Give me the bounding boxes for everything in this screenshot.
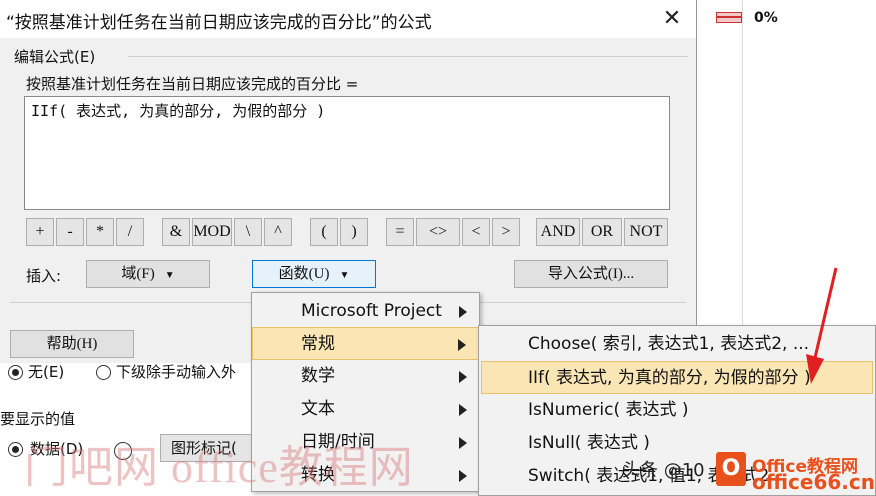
- office-logo-icon: O: [716, 452, 746, 486]
- op-greater-button[interactable]: >: [492, 218, 520, 246]
- submenu-item-isnumeric[interactable]: IsNumeric( 表达式 ): [479, 394, 875, 427]
- formula-text: IIf( 表达式, 为真的部分, 为假的部分 ): [31, 102, 326, 120]
- insert-label: 插入:: [26, 267, 62, 285]
- op-not-button[interactable]: NOT: [624, 218, 668, 246]
- radio-none[interactable]: [8, 365, 23, 380]
- percent-value: 0%: [754, 10, 778, 26]
- op-minus-button[interactable]: -: [56, 218, 84, 246]
- op-left-paren-button[interactable]: (: [310, 218, 338, 246]
- op-less-button[interactable]: <: [462, 218, 490, 246]
- op-plus-button[interactable]: +: [26, 218, 54, 246]
- progress-bar: [716, 12, 742, 23]
- menu-item-label: 数学: [301, 366, 335, 386]
- formula-input[interactable]: IIf( 表达式, 为真的部分, 为假的部分 ): [24, 96, 670, 210]
- menu-item-text[interactable]: 文本: [252, 393, 479, 426]
- dropdown-caret-icon: ▼: [164, 270, 175, 281]
- op-mod-button[interactable]: MOD: [192, 218, 232, 246]
- function-dropdown-button[interactable]: 函数(U) ▼: [252, 260, 376, 288]
- submenu-arrow-icon: [459, 371, 467, 383]
- annotation-arrow-icon: [806, 267, 838, 384]
- menu-item-label: 常规: [301, 334, 335, 354]
- watermark-text: 门吧网 office教程网: [24, 443, 414, 492]
- menu-item-microsoft-project[interactable]: Microsoft Project: [252, 295, 479, 328]
- values-section-label: 要显示的值: [0, 410, 76, 428]
- op-power-button[interactable]: ^: [264, 218, 292, 246]
- op-or-button[interactable]: OR: [582, 218, 622, 246]
- import-formula-button[interactable]: 导入公式(I)...: [514, 260, 668, 288]
- help-button[interactable]: 帮助(H): [10, 330, 134, 358]
- radio-rollup-label: 下级除手动输入外: [116, 363, 237, 381]
- op-int-divide-button[interactable]: \: [234, 218, 262, 246]
- field-dropdown-button[interactable]: 域(F) ▼: [86, 260, 210, 288]
- arrow-head: [806, 354, 824, 384]
- close-icon[interactable]: ✕: [656, 4, 688, 34]
- field-name-label: 按照基准计划任务在当前日期应该完成的百分比 =: [26, 75, 359, 93]
- group-divider: [128, 56, 688, 57]
- dialog-title: “按照基准计划任务在当前日期应该完成的百分比”的公式: [6, 13, 432, 33]
- op-and-button[interactable]: AND: [536, 218, 580, 246]
- submenu-arrow-icon: [459, 404, 467, 416]
- menu-item-general[interactable]: 常规: [252, 327, 479, 360]
- edit-group-label: 编辑公式(E): [14, 48, 96, 66]
- op-divide-button[interactable]: /: [116, 218, 144, 246]
- submenu-arrow-icon: [458, 339, 466, 351]
- op-multiply-button[interactable]: *: [86, 218, 114, 246]
- radio-none-label: 无(E): [28, 363, 65, 381]
- menu-item-label: Microsoft Project: [301, 301, 442, 321]
- submenu-arrow-icon: [459, 437, 467, 449]
- radio-data[interactable]: [8, 442, 23, 457]
- author-credit: 头条 @10: [622, 460, 705, 481]
- arrow-shaft: [812, 267, 838, 363]
- logo-site-url: office66.cn: [752, 470, 875, 494]
- op-equal-button[interactable]: =: [386, 218, 414, 246]
- dropdown-caret-icon: ▼: [339, 270, 350, 281]
- function-button-label: 函数(U): [278, 266, 330, 282]
- menu-item-math[interactable]: 数学: [252, 360, 479, 393]
- menu-item-label: 文本: [301, 399, 335, 419]
- submenu-arrow-icon: [459, 470, 467, 482]
- op-not-equal-button[interactable]: <>: [416, 218, 460, 246]
- radio-rollup[interactable]: [96, 365, 111, 380]
- op-right-paren-button[interactable]: ): [340, 218, 368, 246]
- submenu-arrow-icon: [459, 306, 467, 318]
- op-concat-button[interactable]: &: [162, 218, 190, 246]
- field-button-label: 域(F): [121, 266, 155, 282]
